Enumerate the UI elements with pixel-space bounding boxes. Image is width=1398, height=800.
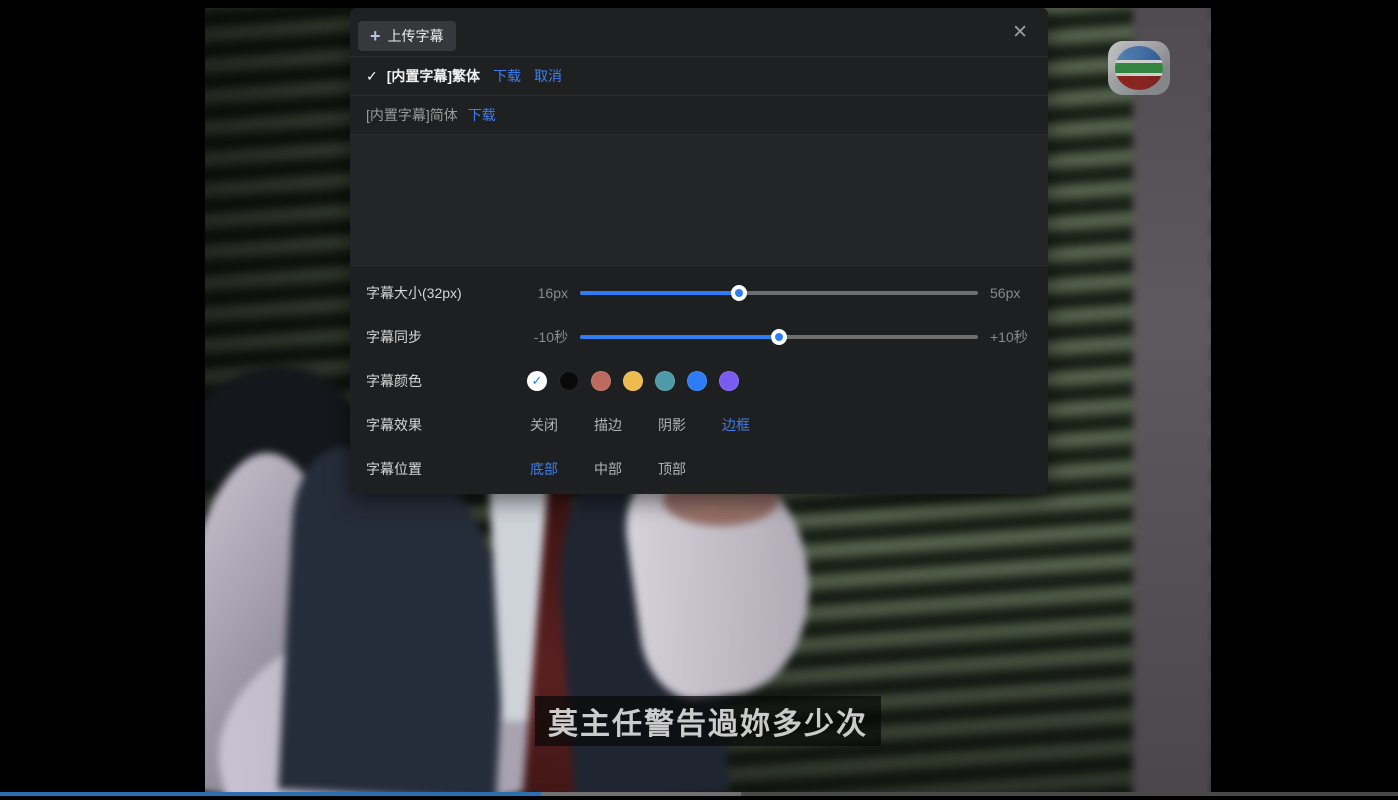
position-options: 底部 中部 顶部 (530, 459, 722, 479)
color-swatch-yellow[interactable] (623, 371, 643, 391)
cancel-link[interactable]: 取消 (534, 66, 562, 86)
subtitle-text: 莫主任警告過妳多少次 (535, 696, 881, 746)
subtitle-effect-row: 字幕效果 关闭 描边 阴影 边框 (350, 403, 1048, 447)
wall-column (1133, 8, 1211, 792)
check-icon: ✓ (366, 68, 378, 85)
subtitle-size-label: 字幕大小(32px) (366, 283, 522, 303)
size-slider-thumb[interactable] (731, 285, 747, 301)
color-swatch-red[interactable] (591, 371, 611, 391)
progress-bar[interactable] (0, 792, 1398, 796)
player-window: 莫主任警告過妳多少次 + 上传字幕 ✕ ✓ [内置字幕]繁体 下载 取消 [内置… (0, 0, 1398, 800)
upload-subtitle-button[interactable]: + 上传字幕 (358, 21, 456, 51)
track-name: [内置字幕]简体 (366, 105, 458, 125)
color-swatches: ✓ (527, 371, 739, 391)
progress-played (0, 792, 541, 796)
close-icon[interactable]: ✕ (1012, 23, 1028, 42)
subtitle-list-empty-area (350, 135, 1048, 266)
position-option-top[interactable]: 顶部 (658, 459, 686, 479)
subtitle-position-row: 字幕位置 底部 中部 顶部 (350, 447, 1048, 491)
color-swatch-black[interactable] (559, 371, 579, 391)
subtitle-position-label: 字幕位置 (366, 459, 522, 479)
size-max-label: 56px (990, 285, 1020, 301)
sync-min-label: -10秒 (522, 327, 568, 347)
download-link[interactable]: 下载 (468, 105, 496, 125)
plus-icon: + (370, 27, 381, 45)
subtitle-settings: 字幕大小(32px) 16px 56px 字幕同步 -10秒 +10秒 字幕颜色 (350, 266, 1048, 491)
sync-max-label: +10秒 (990, 327, 1028, 347)
subtitle-track-traditional[interactable]: ✓ [内置字幕]繁体 下载 取消 (350, 57, 1048, 96)
subtitle-sync-label: 字幕同步 (366, 327, 522, 347)
tvb-logo-circle (1115, 46, 1163, 90)
tvb-channel-logo (1108, 41, 1170, 95)
subtitle-size-slider[interactable] (580, 291, 978, 295)
effect-option-outline[interactable]: 描边 (594, 415, 622, 435)
progress-buffered (541, 792, 741, 796)
upload-subtitle-label: 上传字幕 (388, 26, 444, 46)
subtitle-settings-panel: + 上传字幕 ✕ ✓ [内置字幕]繁体 下载 取消 [内置字幕]简体 下载 字幕… (350, 8, 1048, 494)
subtitle-sync-row: 字幕同步 -10秒 +10秒 (350, 315, 1048, 359)
progress-track (741, 792, 1398, 796)
subtitle-effect-label: 字幕效果 (366, 415, 522, 435)
subtitle-color-label: 字幕颜色 (366, 371, 522, 391)
subtitle-color-row: 字幕颜色 ✓ (350, 359, 1048, 403)
panel-header: + 上传字幕 ✕ (350, 8, 1048, 57)
size-min-label: 16px (522, 285, 568, 301)
effect-option-box[interactable]: 边框 (722, 415, 750, 435)
subtitle-track-simplified[interactable]: [内置字幕]简体 下载 (350, 96, 1048, 135)
effect-options: 关闭 描边 阴影 边框 (530, 415, 786, 435)
effect-option-shadow[interactable]: 阴影 (658, 415, 686, 435)
selected-check-icon: ✓ (532, 373, 543, 389)
effect-option-off[interactable]: 关闭 (530, 415, 558, 435)
sync-slider-thumb[interactable] (771, 329, 787, 345)
track-name: [内置字幕]繁体 (387, 66, 480, 86)
color-swatch-teal[interactable] (655, 371, 675, 391)
subtitle-sync-slider[interactable] (580, 335, 978, 339)
position-option-middle[interactable]: 中部 (594, 459, 622, 479)
subtitle-size-row: 字幕大小(32px) 16px 56px (350, 271, 1048, 315)
color-swatch-blue[interactable] (687, 371, 707, 391)
color-swatch-purple[interactable] (719, 371, 739, 391)
position-option-bottom[interactable]: 底部 (530, 459, 558, 479)
download-link[interactable]: 下载 (493, 66, 521, 86)
color-swatch-white[interactable]: ✓ (527, 371, 547, 391)
